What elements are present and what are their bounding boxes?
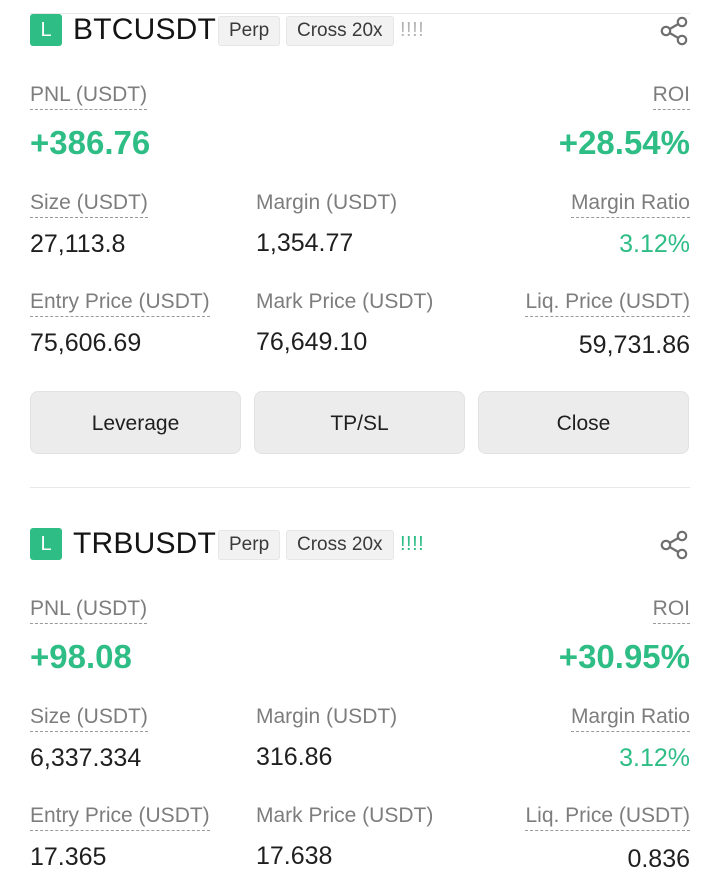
margin-value: 316.86 [256,743,333,771]
contract-type-tag: Perp [218,16,281,46]
leverage-button[interactable]: Leverage [30,391,241,454]
mark-price-label: Mark Price (USDT) [256,804,434,827]
entry-price-value: 75,606.69 [30,329,142,357]
liq-price-label[interactable]: Liq. Price (USDT) [525,289,690,317]
mark-price-label: Mark Price (USDT) [256,290,434,313]
margin-mode-tag[interactable]: Cross 20x [286,530,394,560]
margin-label: Margin (USDT) [256,705,398,728]
risk-level-indicator: !!!! [400,19,425,41]
long-side-badge: L [30,528,62,560]
risk-level-indicator: !!!! [400,533,425,555]
pnl-label[interactable]: PNL (USDT) [30,596,148,624]
share-icon[interactable] [658,15,690,47]
margin-ratio-value: 3.12% [619,744,690,772]
margin-value: 1,354.77 [256,229,354,257]
symbol-name[interactable]: TRBUSDT [73,526,216,562]
size-label[interactable]: Size (USDT) [30,190,148,218]
size-label[interactable]: Size (USDT) [30,704,148,732]
share-icon[interactable] [658,529,690,561]
liq-price-label[interactable]: Liq. Price (USDT) [525,803,690,831]
margin-ratio-value: 3.12% [619,230,690,258]
margin-ratio-label[interactable]: Margin Ratio [570,190,690,218]
entry-price-label[interactable]: Entry Price (USDT) [30,803,210,831]
symbol-name[interactable]: BTCUSDT [73,12,216,48]
position-card-btcusdt: L BTCUSDT Perp Cross 20x !!!! PNL (USDT)… [30,12,690,484]
roi-value: +28.54% [558,124,690,161]
contract-type-tag: Perp [218,530,281,560]
position-divider [30,487,690,488]
position-header: L BTCUSDT Perp Cross 20x !!!! [30,12,690,48]
positions-page: L BTCUSDT Perp Cross 20x !!!! PNL (USDT)… [0,0,720,890]
liq-price-value: 0.836 [627,845,690,873]
roi-label[interactable]: ROI [652,596,690,624]
entry-price-label[interactable]: Entry Price (USDT) [30,289,210,317]
long-side-badge: L [30,14,62,46]
pnl-label[interactable]: PNL (USDT) [30,82,148,110]
pnl-value: +98.08 [30,638,132,675]
margin-label: Margin (USDT) [256,191,398,214]
entry-price-value: 17.365 [30,843,107,871]
margin-mode-tag[interactable]: Cross 20x [286,16,394,46]
mark-price-value: 17.638 [256,842,333,870]
position-card-trbusdt: L TRBUSDT Perp Cross 20x !!!! PNL (USDT)… [30,526,690,890]
size-value: 27,113.8 [30,230,126,258]
roi-label[interactable]: ROI [652,82,690,110]
size-value: 6,337.334 [30,744,142,772]
roi-value: +30.95% [558,638,690,675]
mark-price-value: 76,649.10 [256,328,368,356]
pnl-value: +386.76 [30,124,151,161]
tp-sl-button[interactable]: TP/SL [254,391,465,454]
liq-price-value: 59,731.86 [578,331,690,359]
close-position-button[interactable]: Close [478,391,689,454]
position-header: L TRBUSDT Perp Cross 20x !!!! [30,526,690,562]
margin-ratio-label[interactable]: Margin Ratio [570,704,690,732]
